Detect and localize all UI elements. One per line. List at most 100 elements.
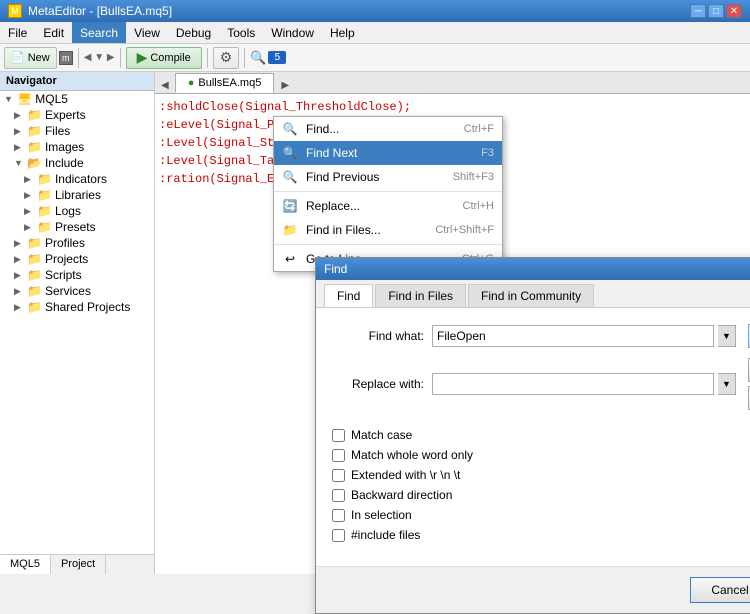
include-files-checkbox[interactable] [332,529,345,542]
mq5-icon: m [59,51,73,65]
folder-icon: 📁 [27,300,42,314]
menu-window[interactable]: Window [263,22,322,43]
nav-shared-projects[interactable]: ▶ 📁 Shared Projects [0,299,154,315]
nav-libraries[interactable]: ▶ 📁 Libraries [0,187,154,203]
folder-icon: 📁 [37,220,52,234]
nav-images[interactable]: ▶ 📁 Images [0,139,154,155]
expand-icon: ▼ [14,158,24,168]
cb-extended: Extended with \r \n \t [332,468,750,482]
dialog-tab-find-community[interactable]: Find in Community [468,284,594,307]
tab-mql5[interactable]: MQL5 [0,555,51,574]
replace-with-wrap: ▼ [432,373,736,395]
in-selection-checkbox[interactable] [332,509,345,522]
menu-find-previous[interactable]: 🔍 Find Previous Shift+F3 [274,165,502,189]
cb-match-whole: Match whole word only [332,448,750,462]
minimize-button[interactable]: ─ [690,4,706,18]
cancel-button[interactable]: Cancel [690,577,750,603]
new-button[interactable]: 📄 New [4,47,57,69]
find-what-wrap: ▼ [432,325,736,347]
folder-icon: 📁 [37,204,52,218]
menu-find-next[interactable]: 🔍 Find Next F3 [274,141,502,165]
menu-edit[interactable]: Edit [35,22,72,43]
nav-profiles[interactable]: ▶ 📁 Profiles [0,235,154,251]
expand-icon: ▶ [14,110,24,121]
window-title: MetaEditor - [BullsEA.mq5] [28,4,172,18]
expand-icon: ▶ [14,286,24,297]
expand-icon: ▶ [14,270,24,281]
nav-include[interactable]: ▼ 📂 Include [0,155,154,171]
settings-button[interactable]: ⚙ [213,47,240,69]
expand-icon: ▶ [24,206,34,217]
cb-in-selection: In selection [332,508,750,522]
nav-services[interactable]: ▶ 📁 Services [0,283,154,299]
separator-1 [78,48,79,68]
menu-bar: File Edit Search View Debug Tools Window… [0,22,750,44]
menu-debug[interactable]: Debug [168,22,219,43]
nav-files[interactable]: ▶ 📁 Files [0,123,154,139]
menu-help[interactable]: Help [322,22,363,43]
expand-icon: ▶ [14,302,24,313]
gear-icon: ⚙ [220,49,233,66]
match-whole-word-checkbox[interactable] [332,449,345,462]
expand-icon: ▶ [14,254,24,265]
separator-2 [120,48,121,68]
folder-icon: 📁 [27,108,42,122]
find-what-dropdown[interactable]: ▼ [718,325,736,347]
folder-icon: 📁 [27,284,42,298]
backward-checkbox[interactable] [332,489,345,502]
find-what-input[interactable] [432,325,714,347]
dialog-tab-find-in-files[interactable]: Find in Files [375,284,466,307]
nav-indicators[interactable]: ▶ 📁 Indicators [0,171,154,187]
tab-next[interactable]: ▶ [275,78,295,93]
nav-tree: ▼ 🖥 MQL5 ▶ 📁 Experts ▶ 📁 Files ▶ 📁 Image… [0,91,154,554]
replace-icon: 🔄 [282,198,298,214]
file-icon: ● [188,77,195,89]
dialog-titlebar: Find ? ✕ [316,258,750,280]
replace-with-input[interactable] [432,373,714,395]
folder-icon: 📁 [37,188,52,202]
folder-open-icon: 📂 [27,156,42,170]
tab-prev[interactable]: ◀ [155,78,175,93]
nav-projects[interactable]: ▶ 📁 Projects [0,251,154,267]
menu-tools[interactable]: Tools [219,22,263,43]
folder-icon: 📁 [27,252,42,266]
dialog-title-text: Find [324,262,347,276]
nav-presets[interactable]: ▶ 📁 Presets [0,219,154,235]
find-files-icon: 📁 [282,222,298,238]
replace-dropdown[interactable]: ▼ [718,373,736,395]
navigator-header: Navigator [0,72,154,91]
match-case-checkbox[interactable] [332,429,345,442]
tab-project[interactable]: Project [51,555,106,574]
menu-file[interactable]: File [0,22,35,43]
menu-view[interactable]: View [126,22,168,43]
replace-with-label: Replace with: [332,377,432,391]
editor-tab-bullsea[interactable]: ● BullsEA.mq5 [175,73,275,93]
compile-button[interactable]: ▶ Compile [126,47,202,69]
find-next-icon: 🔍 [282,145,298,161]
expand-icon: ▶ [14,126,24,137]
cb-backward: Backward direction [332,488,750,502]
replace-with-row: Replace with: ▼ Replace Replace All [332,358,750,410]
find-what-label: Find what: [332,329,432,343]
dialog-tabs: Find Find in Files Find in Community [316,280,750,308]
menu-find-in-files[interactable]: 📁 Find in Files... Ctrl+Shift+F [274,218,502,242]
expand-icon: ▶ [14,142,24,153]
nav-root[interactable]: ▼ 🖥 MQL5 [0,91,154,107]
folder-icon: 📁 [27,268,42,282]
dialog-tab-find[interactable]: Find [324,284,373,307]
maximize-button[interactable]: □ [708,4,724,18]
close-button[interactable]: ✕ [726,4,742,18]
menu-find[interactable]: 🔍 Find... Ctrl+F [274,117,502,141]
app-icon: M [8,4,22,18]
root-icon: 🖥 [17,92,32,106]
nav-scripts[interactable]: ▶ 📁 Scripts [0,267,154,283]
compile-icon: ▶ [137,49,148,66]
nav-logs[interactable]: ▶ 📁 Logs [0,203,154,219]
goto-icon: ↩ [282,251,298,267]
menu-replace[interactable]: 🔄 Replace... Ctrl+H [274,194,502,218]
cb-include-files: #include files [332,528,750,542]
extended-checkbox[interactable] [332,469,345,482]
menu-search[interactable]: Search [72,22,126,43]
expand-icon: ▶ [24,190,34,201]
nav-experts[interactable]: ▶ 📁 Experts [0,107,154,123]
